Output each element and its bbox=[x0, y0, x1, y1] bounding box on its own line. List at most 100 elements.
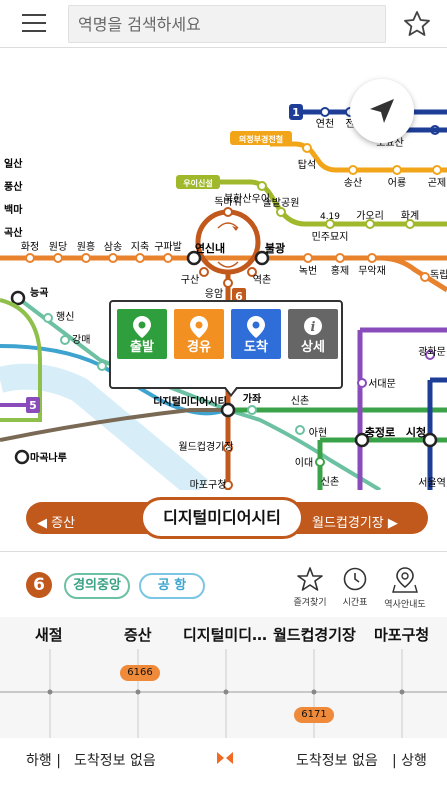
via-label: 경유 bbox=[187, 340, 211, 355]
up-direction-label: | 상행 bbox=[392, 753, 427, 769]
map-station-gonje: 곤제 bbox=[428, 177, 446, 189]
search-box[interactable] bbox=[68, 5, 386, 43]
map-station-goksan: 곡산 bbox=[4, 226, 23, 239]
map-station-minju2: 민주묘지 bbox=[312, 231, 349, 243]
map-station-idae: 이대 bbox=[295, 457, 313, 469]
arrive-button[interactable]: 도착 bbox=[231, 309, 281, 359]
arrive-label: 도착 bbox=[244, 340, 268, 355]
map-station-sinchon2: 신촌 bbox=[321, 476, 339, 488]
map-station-gajwa: 가좌 bbox=[243, 392, 262, 405]
svg-text:i: i bbox=[311, 320, 316, 335]
map-station-yeonsin: 연신내 bbox=[195, 241, 225, 255]
map-station-wonheung: 원흥 bbox=[77, 240, 95, 253]
map-station-dokbawi: 독바위 bbox=[214, 195, 242, 208]
detail-button[interactable]: i 상세 bbox=[288, 309, 338, 359]
star-icon bbox=[404, 11, 430, 36]
popup-pointer-inner bbox=[225, 386, 237, 394]
map-station-songsan: 송산 bbox=[344, 177, 362, 189]
map-station-yeokchon: 역촌 bbox=[253, 274, 271, 286]
train-marker[interactable]: 6171 bbox=[294, 707, 334, 723]
map-badge-line1: 1 bbox=[292, 106, 300, 119]
station-guide-action-label: 역사안내도 bbox=[384, 600, 426, 610]
top-header bbox=[0, 0, 447, 48]
timetable-action-button[interactable]: 시간표 bbox=[335, 567, 375, 608]
map-station-gusan: 구산 bbox=[181, 274, 199, 286]
map-station-chungjeongno: 충정로 bbox=[365, 425, 395, 439]
up-arrival-status: 도착정보 없음 bbox=[296, 753, 378, 769]
map-station-dongnimmun: 독립문 bbox=[430, 268, 447, 281]
menu-icon-bar bbox=[22, 22, 46, 24]
map-station-baengma: 백마 bbox=[4, 203, 23, 216]
map-station-seoulstation: 서울역 bbox=[418, 477, 446, 489]
prev-station-label: 증산 bbox=[51, 516, 76, 531]
map-station-seodaemun: 서대문 bbox=[368, 378, 396, 390]
map-station-sicheong: 시청 bbox=[406, 425, 426, 439]
map-station-eoryong: 어룡 bbox=[388, 177, 406, 189]
map-station-maposnaru: 마곡나루 bbox=[30, 451, 67, 464]
map-station-yeoncheon: 연천 bbox=[316, 118, 334, 130]
map-station-hongje: 홍제 bbox=[331, 264, 349, 277]
train-marker[interactable]: 6166 bbox=[120, 665, 160, 681]
map-station-eungam: 응암 bbox=[205, 288, 223, 300]
menu-icon-bar bbox=[22, 14, 46, 16]
down-direction-label: 하행 | bbox=[26, 753, 61, 769]
train-position-timeline: 새절 증산 디지털미디… 월드컵경기장 마포구청 6166 6171 bbox=[0, 617, 447, 738]
menu-button[interactable] bbox=[18, 11, 50, 37]
map-station-ahyeon: 아현 bbox=[309, 427, 327, 439]
map-station-tapseok: 탑석 bbox=[298, 159, 316, 171]
map-station-solbat: 솔밭공원 bbox=[263, 197, 300, 209]
map-badge-line5: 5 bbox=[29, 399, 37, 412]
via-button[interactable]: 경유 bbox=[174, 309, 224, 359]
map-station-nokbeon: 녹번 bbox=[299, 265, 317, 277]
clock-icon bbox=[343, 567, 367, 591]
station-guide-action-button[interactable]: 역사안내도 bbox=[378, 567, 432, 610]
station-action-popup: 출발 경유 도착 i 상세 bbox=[109, 300, 343, 397]
map-station-neunggok: 능곡 bbox=[30, 287, 48, 299]
map-label-uijeongbu: 의정부경전철 bbox=[239, 134, 283, 144]
prev-station-button[interactable]: ◀ 증산 bbox=[37, 512, 75, 531]
star-icon bbox=[297, 567, 323, 591]
subway-map[interactable]: 1 연천 전 소요산 의정부경전철 탑석 송산 어룡 곤제 우이신설 북한산우이… bbox=[0, 49, 447, 490]
timetable-action-label: 시간표 bbox=[342, 598, 368, 608]
down-arrival-status: 도착정보 없음 bbox=[74, 753, 156, 769]
map-station-gangmae: 강매 bbox=[72, 334, 90, 346]
map-station-sinchon: 신촌 bbox=[291, 395, 309, 407]
app-root: 1 연천 전 소요산 의정부경전철 탑석 송산 어룡 곤제 우이신설 bbox=[0, 0, 447, 794]
map-station-gaori: 가오리 bbox=[356, 210, 384, 222]
my-location-button[interactable] bbox=[350, 79, 414, 143]
next-station-button[interactable]: 월드컵경기장 ▶ bbox=[312, 512, 398, 531]
map-label-ui-sinseol: 우이신설 bbox=[183, 178, 212, 188]
favorite-star-button[interactable] bbox=[402, 9, 432, 39]
favorite-action-label: 즐겨찾기 bbox=[293, 598, 327, 608]
line-number-badge[interactable]: 6 bbox=[26, 572, 52, 598]
next-station-label: 월드컵경기장 bbox=[312, 516, 384, 531]
current-station-label: 디지털미디어시티 bbox=[140, 497, 304, 539]
search-input[interactable] bbox=[69, 6, 385, 42]
map-station-ilsan: 일산 bbox=[4, 157, 23, 170]
station-navigation-bar: ◀ 증산 디지털미디어시티 월드컵경기장 ▶ bbox=[0, 490, 447, 552]
map-station-gwanghwamun: 광화문 bbox=[418, 346, 446, 358]
line-chip-gyeongui-jungang[interactable]: 경의중앙 bbox=[64, 573, 130, 599]
map-station-muakjae: 무악재 bbox=[358, 265, 386, 277]
map-station-digital: 디지털미디어시티 bbox=[153, 395, 227, 408]
map-station-bulgwang: 불광 bbox=[265, 242, 285, 255]
detail-label: 상세 bbox=[301, 340, 325, 355]
favorite-action-button[interactable]: 즐겨찾기 bbox=[290, 567, 330, 608]
swap-direction-icon[interactable] bbox=[217, 750, 233, 766]
line-chip-airport[interactable]: 공 항 bbox=[139, 573, 205, 599]
info-icon: i bbox=[304, 317, 322, 335]
map-station-jichuk: 지축 bbox=[131, 241, 149, 253]
depart-label: 출발 bbox=[130, 340, 154, 355]
menu-icon-bar bbox=[22, 30, 46, 32]
timeline-grid bbox=[0, 649, 447, 738]
map-station-pungsan: 풍산 bbox=[4, 180, 23, 193]
location-arrow-icon bbox=[370, 99, 394, 123]
map-station-gupabal: 구파발 bbox=[154, 241, 182, 253]
map-station-hwajeong: 화정 bbox=[21, 241, 39, 253]
map-station-mapo-gucheong: 마포구청 bbox=[190, 479, 227, 490]
depart-button[interactable]: 출발 bbox=[117, 309, 167, 359]
map-station-hwagye: 화계 bbox=[401, 210, 419, 222]
map-station-worldcup: 월드컵경기장 bbox=[178, 440, 233, 453]
line-info-row: 6 경의중앙 공 항 즐겨찾기 시간표 역사안내도 bbox=[0, 553, 447, 617]
map-station-samsong: 삼송 bbox=[104, 241, 122, 253]
